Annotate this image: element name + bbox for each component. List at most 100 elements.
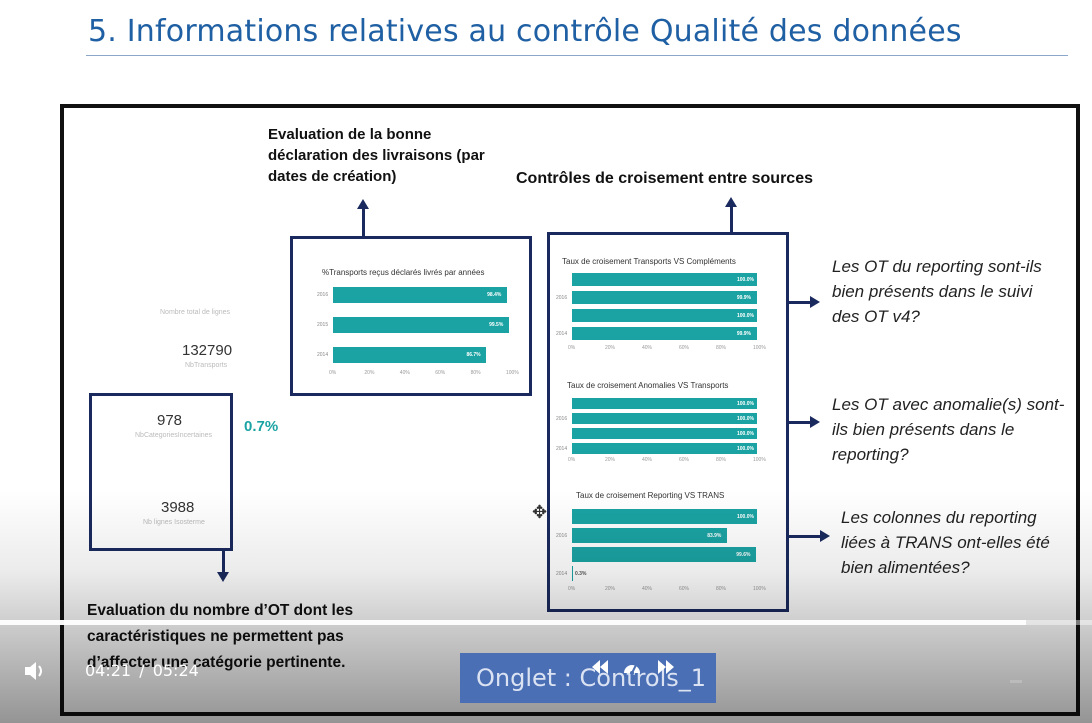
progress-fill <box>0 620 1027 625</box>
time-total: 05:24 <box>152 661 199 680</box>
arrow-down-icon <box>217 572 229 582</box>
chart-title: %Transports reçus déclarés livrés par an… <box>322 268 485 277</box>
chart-bar <box>572 428 757 439</box>
question-ot-reporting: Les OT du reporting sont-ils bien présen… <box>832 257 1042 326</box>
chart-x-tick: 80% <box>470 370 481 376</box>
chart-x-tick: 100% <box>753 457 766 463</box>
chart-title: Taux de croisement Anomalies VS Transpor… <box>567 381 729 390</box>
speed-icon[interactable] <box>622 659 642 677</box>
heading-controles: Contrôles de croisement entre sources <box>516 170 813 187</box>
chart-category-label: 2015 <box>317 322 329 328</box>
connector-line <box>222 550 225 572</box>
rewind-icon[interactable] <box>590 658 610 676</box>
chart-value-label: 99.9% <box>736 330 751 337</box>
chart-x-tick: 0% <box>568 586 576 592</box>
progress-bar[interactable] <box>0 620 1092 625</box>
chart-x-tick: 40% <box>642 586 653 592</box>
chart-title: Taux de croisement Reporting VS TRANS <box>576 491 725 500</box>
chart-bar <box>572 273 757 286</box>
slide-title: 5. Informations relatives au contrôle Qu… <box>88 14 962 49</box>
chart-x-tick: 20% <box>605 586 616 592</box>
chart-value-label: 99.6% <box>736 551 751 558</box>
arrow-right-icon <box>810 416 820 428</box>
chart-value-label: 100.0% <box>737 513 754 520</box>
time-separator: / <box>139 661 145 680</box>
chart-category-label: 2016 <box>556 532 568 539</box>
chart-bar <box>572 566 573 581</box>
heading-eval-livraisons: Evaluation de la bonne déclaration des l… <box>268 126 485 185</box>
chart-category-label: 2014 <box>556 570 568 577</box>
chart-bar <box>572 398 757 409</box>
kpi-cat-sub: NbCategoriesIncertaines <box>135 432 213 439</box>
kpi-total-label: Nombre total de lignes <box>160 309 231 316</box>
kpi-lines-sub: Nb lignes Isosterme <box>143 519 205 526</box>
chart-category-label: 2016 <box>317 292 329 298</box>
chart-x-tick: 80% <box>716 345 727 351</box>
kpi-cat-value: 978 <box>157 412 183 429</box>
chart-x-tick: 40% <box>399 370 410 376</box>
kpi-total-sub: NbTransports <box>185 362 228 369</box>
time-display: 04:21 / 05:24 <box>85 661 199 680</box>
chart-x-tick: 40% <box>642 345 653 351</box>
chart-x-tick: 20% <box>605 345 616 351</box>
chart-category-label: 2014 <box>317 352 329 358</box>
chart-x-tick: 60% <box>679 586 690 592</box>
chart-value-label: 86.7% <box>466 352 481 358</box>
chart-x-tick: 80% <box>716 586 727 592</box>
chart-x-tick: 0% <box>329 370 337 376</box>
arrow-up-icon <box>725 197 737 207</box>
kpi-lines-value: 3988 <box>161 499 195 516</box>
connector-line <box>362 208 365 236</box>
chart-title: Taux de croisement Transports VS Complém… <box>562 257 736 266</box>
chart-value-label: 100.0% <box>737 415 754 422</box>
chart-bar <box>572 443 757 454</box>
chart-bar <box>572 291 757 304</box>
chart-bar <box>572 509 757 524</box>
title-divider <box>86 55 1068 56</box>
chart-x-tick: 20% <box>605 457 616 463</box>
chart-value-label: 98.4% <box>487 292 502 298</box>
arrow-up-icon <box>357 199 369 209</box>
chart-bar <box>333 317 510 333</box>
chart-category-label: 2016 <box>556 294 568 301</box>
chart-bar <box>572 528 728 543</box>
kpi-cat-pct: 0.7% <box>244 418 279 435</box>
chart-bar <box>572 309 757 322</box>
question-colonnes-trans: Les colonnes du reporting liées à TRANS … <box>841 508 1050 577</box>
chart-value-label: 100.0% <box>737 445 754 452</box>
chart-bar <box>572 413 757 424</box>
chart-value-label: 0.3% <box>575 570 587 577</box>
chart-bar <box>572 327 757 340</box>
chart-value-label: 100.0% <box>737 276 754 283</box>
chart-value-label: 100.0% <box>737 400 754 407</box>
chart-x-tick: 60% <box>679 345 690 351</box>
connector-line <box>730 206 733 234</box>
forward-icon[interactable] <box>656 658 676 676</box>
chart-value-label: 100.0% <box>737 430 754 437</box>
chart-value-label: 99.9% <box>736 294 751 301</box>
chart-value-label: 83.9% <box>707 532 722 539</box>
chart-x-tick: 0% <box>568 457 576 463</box>
chart-category-label: 2014 <box>556 445 568 452</box>
tab-controls-button[interactable]: Onglet : Controls_1 <box>460 653 716 703</box>
time-current: 04:21 <box>85 661 132 680</box>
minimize-icon[interactable] <box>1010 680 1022 683</box>
chart-x-tick: 60% <box>679 457 690 463</box>
chart-x-tick: 0% <box>568 345 576 351</box>
chart-bar <box>572 547 757 562</box>
chart-value-label: 99.5% <box>489 322 504 328</box>
kpi-total-value: 132790 <box>182 342 233 359</box>
arrow-right-icon <box>820 530 830 542</box>
chart-category-label: 2014 <box>556 330 568 337</box>
chart-x-tick: 40% <box>642 457 653 463</box>
chart-box-livraisons <box>290 236 532 396</box>
volume-icon[interactable] <box>22 658 48 684</box>
chart-x-tick: 100% <box>506 370 519 376</box>
chart-x-tick: 80% <box>716 457 727 463</box>
chart-bar <box>333 347 487 363</box>
chart-category-label: 2016 <box>556 415 568 422</box>
chart-bar <box>333 287 508 303</box>
chart-x-tick: 20% <box>364 370 375 376</box>
arrow-right-icon <box>810 296 820 308</box>
chart-value-label: 100.0% <box>737 312 754 319</box>
